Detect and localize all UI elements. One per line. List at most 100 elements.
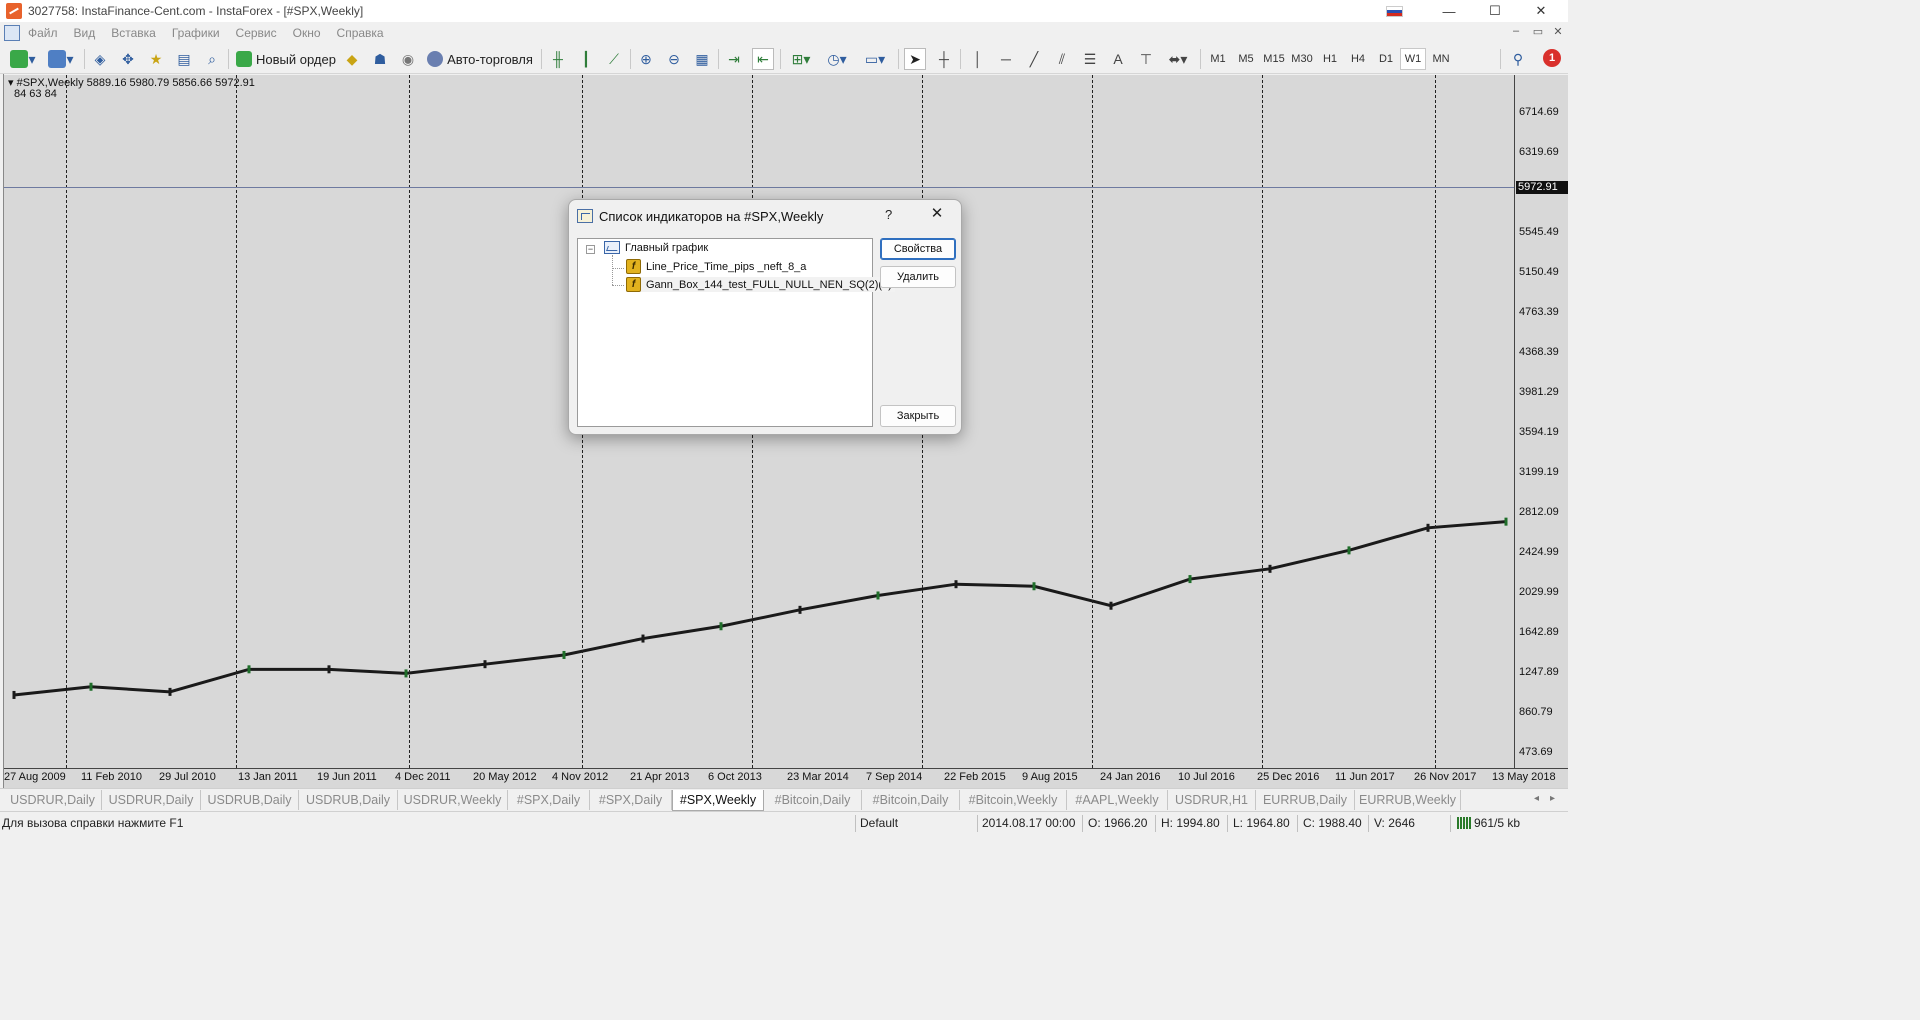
- dialog-close-button[interactable]: ✕: [927, 203, 947, 223]
- menu-tools[interactable]: Сервис: [228, 26, 285, 40]
- menu-help[interactable]: Справка: [329, 26, 392, 40]
- vertical-line-icon[interactable]: │: [968, 48, 988, 70]
- equidistant-channel-icon[interactable]: ⫽: [1052, 48, 1072, 70]
- candlestick-icon[interactable]: ┃: [576, 48, 596, 70]
- fibonacci-icon[interactable]: ☰: [1080, 48, 1100, 70]
- terminal-icon[interactable]: ▤: [174, 48, 194, 70]
- indicators-icon[interactable]: ⊞▾: [786, 48, 816, 70]
- timeframe-m30[interactable]: M30: [1289, 48, 1315, 70]
- tab-bitcoin-daily[interactable]: #Bitcoin,Daily: [862, 790, 960, 810]
- mdi-minimize-icon[interactable]: –: [1508, 25, 1524, 37]
- menu-view[interactable]: Вид: [66, 26, 104, 40]
- tab-aapl-weekly[interactable]: #AAPL,Weekly: [1067, 790, 1168, 810]
- timeframe-m5[interactable]: M5: [1233, 48, 1259, 70]
- periods-icon[interactable]: ◷▾: [822, 48, 852, 70]
- crosshair-icon[interactable]: ┼: [934, 48, 954, 70]
- menu-insert[interactable]: Вставка: [103, 26, 164, 40]
- tree-root-main-chart[interactable]: Главный график: [604, 241, 708, 254]
- market-icon[interactable]: ◉: [398, 48, 418, 70]
- timeframe-d1[interactable]: D1: [1373, 48, 1399, 70]
- minimize-button[interactable]: —: [1426, 0, 1472, 22]
- tab-spx-daily[interactable]: #SPX,Daily: [508, 790, 590, 810]
- cursor-icon[interactable]: ➤: [904, 48, 926, 70]
- mdi-restore-icon[interactable]: ▭: [1530, 25, 1546, 38]
- text-icon[interactable]: A: [1108, 48, 1128, 70]
- timeframe-m1[interactable]: M1: [1205, 48, 1231, 70]
- close-button[interactable]: Закрыть: [880, 405, 956, 427]
- data-point: [719, 622, 723, 631]
- data-point: [1188, 575, 1192, 584]
- status-profile[interactable]: Default: [860, 816, 898, 830]
- menu-file[interactable]: Файл: [20, 26, 66, 40]
- data-point: [954, 580, 958, 589]
- period-separator: [66, 75, 67, 768]
- timeframe-m15[interactable]: M15: [1261, 48, 1287, 70]
- menu-window[interactable]: Окно: [285, 26, 329, 40]
- metaeditor-icon[interactable]: ◆: [342, 48, 362, 70]
- arrows-icon[interactable]: ⬌▾: [1164, 48, 1192, 70]
- price-axis[interactable]: 6714.69 6319.69 5545.49 5150.49 4763.39 …: [1514, 75, 1568, 768]
- zoom-out-icon[interactable]: ⊖: [664, 48, 684, 70]
- line-chart-icon[interactable]: ⟋: [604, 48, 624, 70]
- mdi-close-icon[interactable]: ✕: [1550, 25, 1566, 38]
- language-flag-icon[interactable]: [1386, 6, 1403, 17]
- chart-window-icon[interactable]: [4, 25, 20, 41]
- text-label-icon[interactable]: ⊤: [1136, 48, 1156, 70]
- tab-spx-weekly[interactable]: #SPX,Weekly: [672, 790, 764, 811]
- bar-chart-icon[interactable]: ╫: [548, 48, 568, 70]
- templates-icon[interactable]: ▭▾: [860, 48, 890, 70]
- data-point: [168, 687, 172, 696]
- new-chart-icon[interactable]: ▾: [8, 48, 38, 70]
- zoom-in-icon[interactable]: ⊕: [636, 48, 656, 70]
- help-button[interactable]: ?: [885, 207, 892, 222]
- chart-shift-icon[interactable]: ⇤: [752, 48, 774, 70]
- menu-bar: Файл Вид Вставка Графики Сервис Окно Спр…: [0, 22, 1568, 44]
- properties-button[interactable]: Свойства: [880, 238, 956, 260]
- timeframe-h4[interactable]: H4: [1345, 48, 1371, 70]
- profiles-icon[interactable]: ▾: [46, 48, 76, 70]
- timeframe-w1[interactable]: W1: [1400, 48, 1426, 70]
- tab-usdrur-daily[interactable]: USDRUR,Daily: [4, 790, 102, 810]
- tree-item-indicator-selected[interactable]: f Gann_Box_144_test_FULL_NULL_NEN_SQ(2)(…: [626, 277, 895, 292]
- tab-bitcoin-weekly[interactable]: #Bitcoin,Weekly: [960, 790, 1067, 810]
- strategy-tester-icon[interactable]: ⌕: [202, 48, 222, 70]
- time-label: 23 Mar 2014: [787, 771, 849, 783]
- price-label: 4368.39: [1519, 346, 1559, 358]
- tab-usdrur-weekly[interactable]: USDRUR,Weekly: [398, 790, 508, 810]
- timeframe-h1[interactable]: H1: [1317, 48, 1343, 70]
- time-label: 29 Jul 2010: [159, 771, 216, 783]
- notification-badge[interactable]: 1: [1543, 49, 1561, 67]
- tab-usdrub-daily[interactable]: USDRUB,Daily: [299, 790, 398, 810]
- time-axis[interactable]: 27 Aug 2009 11 Feb 2010 29 Jul 2010 13 J…: [4, 768, 1568, 788]
- tree-item-indicator[interactable]: f Line_Price_Time_pips _neft_8_a: [626, 259, 806, 274]
- status-bar: Для вызова справки нажмите F1 Default 20…: [0, 811, 1568, 833]
- trendline-icon[interactable]: ╱: [1024, 48, 1044, 70]
- tab-usdrur-daily[interactable]: USDRUR,Daily: [102, 790, 201, 810]
- tab-spx-daily[interactable]: #SPX,Daily: [590, 790, 672, 810]
- tab-scroll-right-icon[interactable]: ▸: [1550, 793, 1555, 804]
- horizontal-line-icon[interactable]: ─: [996, 48, 1016, 70]
- price-label: 6319.69: [1519, 146, 1559, 158]
- new-order-button[interactable]: Новый ордер: [234, 48, 338, 70]
- collapse-icon[interactable]: −: [586, 245, 595, 254]
- close-window-button[interactable]: ✕: [1518, 0, 1564, 22]
- delete-button[interactable]: Удалить: [880, 266, 956, 288]
- menu-charts[interactable]: Графики: [164, 26, 228, 40]
- tab-usdrub-daily[interactable]: USDRUB,Daily: [201, 790, 299, 810]
- auto-trading-button[interactable]: Авто-торговля: [424, 48, 536, 70]
- market-watch-icon[interactable]: ◈: [90, 48, 110, 70]
- signals-icon[interactable]: ☗: [370, 48, 390, 70]
- data-window-icon[interactable]: ✥: [118, 48, 138, 70]
- auto-scroll-icon[interactable]: ⇥: [724, 48, 744, 70]
- maximize-button[interactable]: ☐: [1472, 0, 1518, 22]
- navigator-icon[interactable]: ★: [146, 48, 166, 70]
- search-icon[interactable]: ⚲: [1508, 48, 1528, 70]
- tab-usdrur-h1[interactable]: USDRUR,H1: [1168, 790, 1256, 810]
- indicator-tree[interactable]: − Главный график f Line_Price_Time_pips …: [577, 238, 895, 427]
- tab-eurrub-weekly[interactable]: EURRUB,Weekly: [1355, 790, 1461, 810]
- tile-windows-icon[interactable]: ▦: [692, 48, 712, 70]
- tab-scroll-left-icon[interactable]: ◂: [1534, 793, 1539, 804]
- timeframe-mn[interactable]: MN: [1428, 48, 1454, 70]
- tab-bitcoin-daily[interactable]: #Bitcoin,Daily: [764, 790, 862, 810]
- tab-eurrub-daily[interactable]: EURRUB,Daily: [1256, 790, 1355, 810]
